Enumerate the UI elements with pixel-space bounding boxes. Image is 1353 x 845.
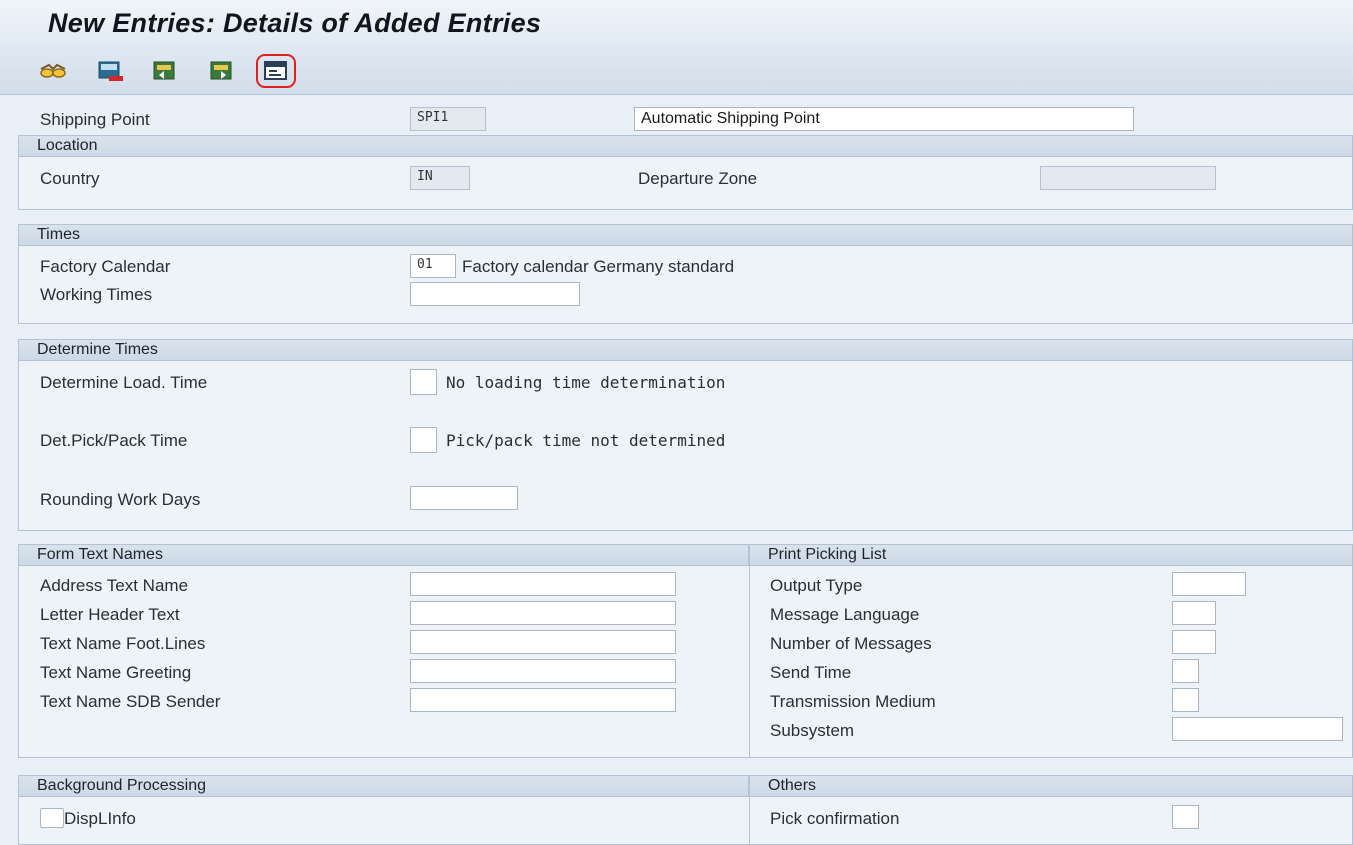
form-text-names-group-title: Form Text Names [18,544,749,566]
glasses-icon[interactable] [38,56,68,86]
factory-calendar-field[interactable]: 01 [410,254,456,278]
previous-entry-icon[interactable] [150,56,180,86]
text-name-foot-lines-label: Text Name Foot.Lines [40,634,206,653]
determine-load-time-field[interactable] [410,369,437,395]
shipping-point-description: Automatic Shipping Point [634,107,1134,131]
output-type-label: Output Type [770,576,863,595]
application-toolbar [0,50,1353,95]
group-divider-lower [749,775,750,845]
country-field: IN [410,166,470,190]
background-processing-group-title: Background Processing [18,775,749,797]
determine-load-time-description: No loading time determination [446,373,726,392]
displinfo-checkbox[interactable] [40,808,64,828]
working-times-field[interactable] [410,282,580,306]
print-picking-list-group-title: Print Picking List [749,544,1353,566]
determine-times-group-title: Determine Times [18,339,1353,361]
departure-zone-label: Departure Zone [638,169,758,188]
message-language-label: Message Language [770,605,920,624]
text-name-greeting-field[interactable] [410,659,676,683]
det-pick-pack-time-label: Det.Pick/Pack Time [40,431,188,450]
main-content: Shipping Point SPI1 Automatic Shipping P… [0,95,1353,845]
rounding-work-days-field[interactable] [410,486,518,510]
letter-header-text-label: Letter Header Text [40,605,180,624]
times-group-title: Times [18,224,1353,246]
screen-title: New Entries: Details of Added Entries [48,8,542,38]
message-language-field[interactable] [1172,601,1216,625]
location-group-title: Location [18,135,1353,157]
working-times-label: Working Times [40,285,153,304]
det-pick-pack-time-description: Pick/pack time not determined [446,431,726,450]
info-icon[interactable] [256,54,296,88]
form-text-names-group [18,544,1353,758]
next-entry-icon[interactable] [207,56,237,86]
transmission-medium-label: Transmission Medium [770,692,936,711]
country-label: Country [40,169,100,188]
text-name-sdb-sender-label: Text Name SDB Sender [40,692,221,711]
title-bar: New Entries: Details of Added Entries [0,0,1353,50]
send-time-field[interactable] [1172,659,1199,683]
rounding-work-days-label: Rounding Work Days [40,490,201,509]
shipping-point-label: Shipping Point [40,110,150,129]
letter-header-text-field[interactable] [410,601,676,625]
delete-entry-icon[interactable] [96,56,126,86]
text-name-sdb-sender-field[interactable] [410,688,676,712]
address-text-name-label: Address Text Name [40,576,189,595]
factory-calendar-description: Factory calendar Germany standard [462,257,735,276]
output-type-field[interactable] [1172,572,1246,596]
displinfo-label: DispLInfo [64,809,136,828]
factory-calendar-label: Factory Calendar [40,257,171,276]
text-name-foot-lines-field[interactable] [410,630,676,654]
subsystem-field[interactable] [1172,717,1343,741]
pick-confirmation-field[interactable] [1172,805,1199,829]
text-name-greeting-label: Text Name Greeting [40,663,192,682]
shipping-point-field: SPI1 [410,107,486,131]
determine-load-time-label: Determine Load. Time [40,373,208,392]
transmission-medium-field[interactable] [1172,688,1199,712]
address-text-name-field[interactable] [410,572,676,596]
pick-confirmation-label: Pick confirmation [770,809,900,828]
number-of-messages-field[interactable] [1172,630,1216,654]
det-pick-pack-time-field[interactable] [410,427,437,453]
subsystem-label: Subsystem [770,721,855,740]
others-group-title: Others [749,775,1353,797]
group-divider [749,544,750,758]
number-of-messages-label: Number of Messages [770,634,932,653]
departure-zone-field [1040,166,1216,190]
send-time-label: Send Time [770,663,852,682]
